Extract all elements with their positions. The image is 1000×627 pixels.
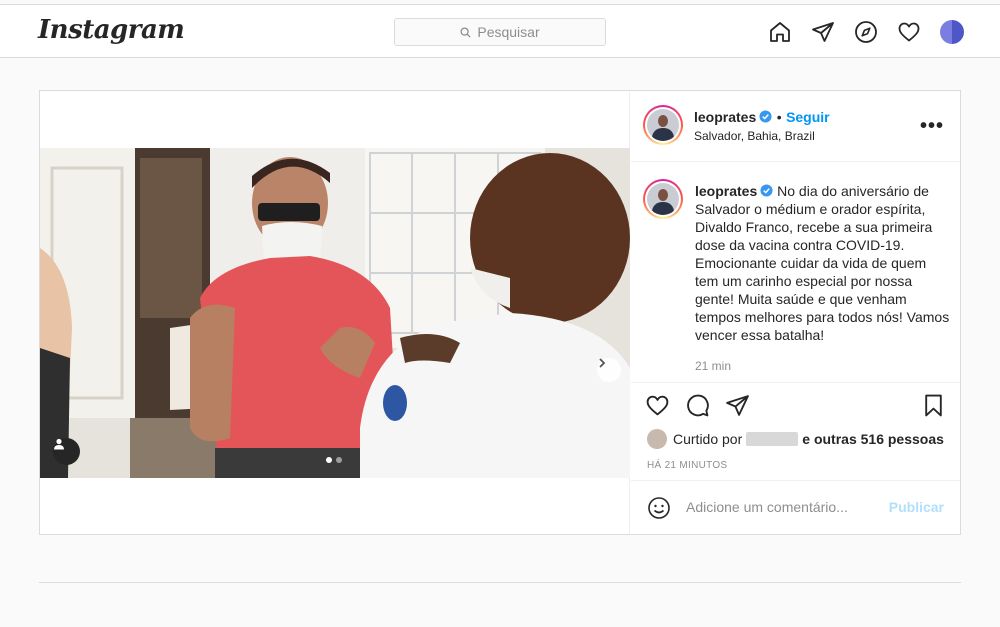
direct-icon[interactable] [810,19,835,44]
liker-name-redacted[interactable] [746,432,799,446]
carousel-dot-active [326,457,332,463]
share-icon[interactable] [725,393,750,418]
chevron-right-icon [599,358,606,368]
top-navigation-bar: Instagram Pesquisar [0,4,1000,58]
post-actions: Curtido por e outras 516 pessoas HÁ 21 M… [631,382,960,490]
carousel-indicator [326,457,342,463]
emoji-icon[interactable] [647,496,671,520]
user-icon [54,438,64,450]
caption-story-ring[interactable] [643,179,683,219]
home-icon[interactable] [767,19,792,44]
profile-avatar[interactable] [939,19,964,44]
post-header: leoprates • Seguir Salvador, Bahia, Braz… [631,91,960,162]
like-heart-icon[interactable] [645,393,670,418]
verified-badge-icon [760,184,773,197]
instagram-logo[interactable]: Instagram [38,15,185,45]
carousel-dot [336,457,342,463]
activity-heart-icon[interactable] [896,19,921,44]
save-button[interactable] [921,393,946,423]
post-date: HÁ 21 MINUTOS [647,460,728,471]
carousel-next-button[interactable] [597,358,621,382]
caption-body: leoprates No dia do aniversário de Salva… [695,182,951,344]
avatar [939,19,964,44]
search-input[interactable]: Pesquisar [394,18,606,46]
liker-avatar[interactable] [647,429,667,449]
divider [39,582,961,583]
comment-icon[interactable] [685,393,710,418]
post-sidebar: leoprates • Seguir Salvador, Bahia, Braz… [631,91,960,534]
comment-box: Adicione um comentário... Publicar [631,480,960,534]
nav-icons [767,19,964,44]
comment-input[interactable]: Adicione um comentário... [686,499,848,515]
liked-by-prefix: Curtido por [673,431,743,447]
likes-count-link[interactable]: e outras 516 pessoas [802,431,944,447]
location-link[interactable]: Salvador, Bahia, Brazil [694,129,815,143]
caption-text: No dia do aniversário de Salvador o médi… [695,183,950,343]
verified-badge-icon [759,110,772,123]
follow-button[interactable]: Seguir [786,109,830,125]
more-options-button[interactable]: ••• [920,115,944,138]
vaccination-photo [40,148,630,478]
avatar [647,109,679,141]
story-ring[interactable] [643,105,683,145]
search-icon [460,26,471,38]
post-caption: leoprates No dia do aniversário de Salva… [631,163,960,381]
avatar [647,183,679,215]
post-photo[interactable] [40,148,630,478]
post-card: leoprates • Seguir Salvador, Bahia, Braz… [39,90,961,535]
search-placeholder: Pesquisar [477,24,540,40]
explore-icon[interactable] [853,19,878,44]
caption-timestamp: 21 min [695,359,732,373]
likes-summary: Curtido por e outras 516 pessoas [647,429,944,449]
bookmark-icon [925,394,942,417]
publish-button[interactable]: Publicar [889,499,944,515]
post-media [40,91,630,534]
tagged-users-button[interactable] [53,438,80,465]
caption-username[interactable]: leoprates [695,183,757,199]
separator-dot: • [776,109,782,125]
username-link[interactable]: leoprates [694,109,756,125]
